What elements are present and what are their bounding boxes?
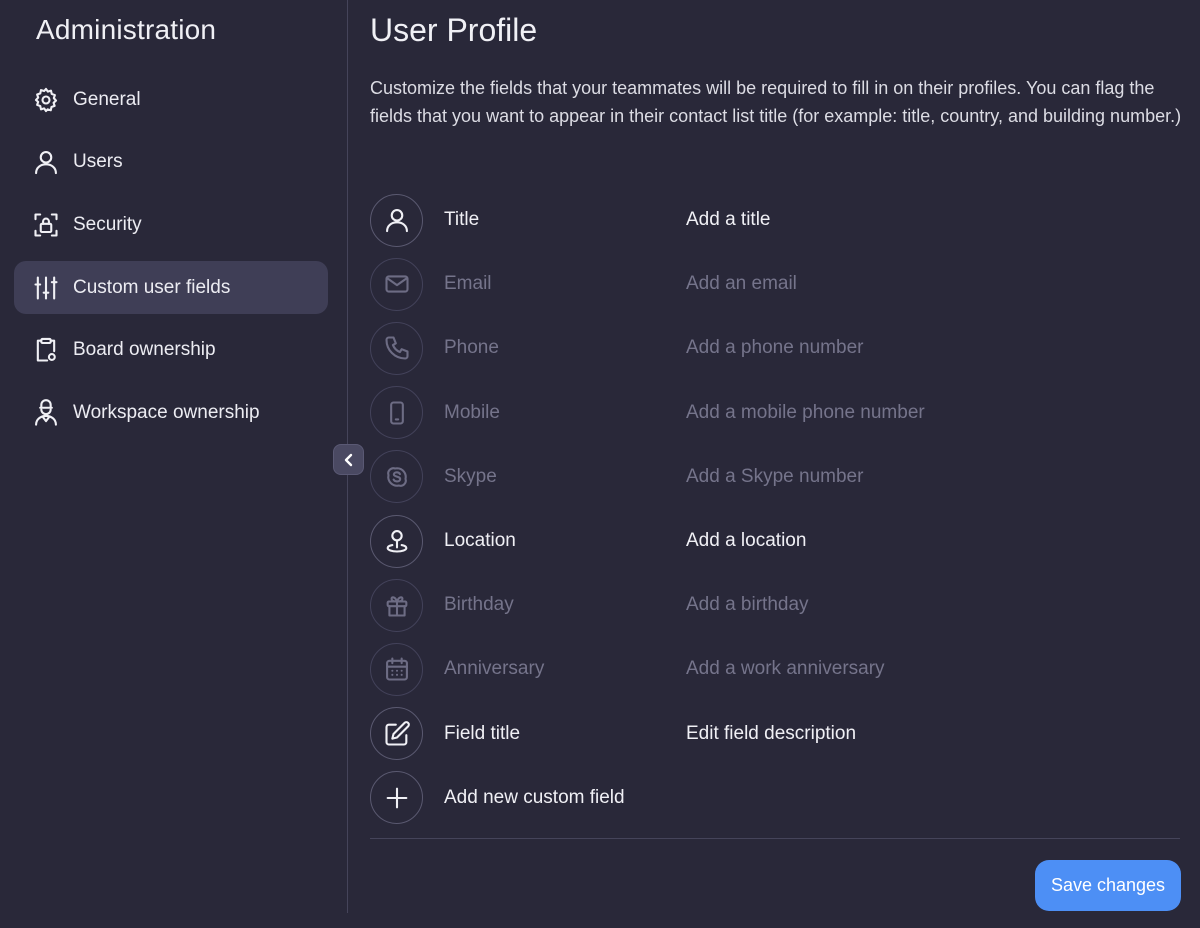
phone-icon bbox=[370, 321, 423, 375]
sidebar: Administration General Users Security Cu… bbox=[0, 0, 348, 913]
lock-icon bbox=[32, 211, 60, 239]
skype-icon bbox=[370, 450, 423, 504]
user-icon bbox=[370, 193, 423, 247]
gift-icon bbox=[370, 578, 423, 632]
page-description: Customize the fields that your teammates… bbox=[370, 78, 1182, 126]
sidebar-item-users[interactable]: Users bbox=[14, 136, 328, 189]
field-description[interactable]: Add a Skype number bbox=[686, 466, 863, 488]
add-custom-field-label: Add new custom field bbox=[444, 786, 625, 808]
sidebar-item-label: Board ownership bbox=[73, 339, 216, 361]
custom-fields-list: Title Add a title Email Add an email Pho… bbox=[370, 188, 1182, 830]
field-description[interactable]: Add a work anniversary bbox=[686, 658, 885, 680]
sidebar-item-security[interactable]: Security bbox=[14, 198, 328, 251]
plus-icon bbox=[370, 771, 423, 825]
field-row-anniversary[interactable]: Anniversary Add a work anniversary bbox=[370, 637, 1182, 701]
sidebar-item-board-ownership[interactable]: Board ownership bbox=[14, 324, 328, 377]
field-description[interactable]: Add an email bbox=[686, 273, 797, 295]
sidebar-item-label: General bbox=[73, 88, 141, 110]
sidebar-item-general[interactable]: General bbox=[14, 73, 328, 126]
add-custom-field-button[interactable]: Add new custom field bbox=[370, 766, 1182, 830]
user-icon bbox=[32, 148, 60, 176]
field-name[interactable]: Phone bbox=[444, 337, 499, 359]
field-description[interactable]: Add a phone number bbox=[686, 337, 863, 359]
chevron-left-icon bbox=[344, 453, 352, 466]
field-description[interactable]: Add a birthday bbox=[686, 594, 809, 616]
location-pin-icon bbox=[370, 514, 423, 568]
calendar-icon bbox=[370, 642, 423, 696]
sidebar-item-label: Custom user fields bbox=[73, 276, 231, 298]
sidebar-item-label: Workspace ownership bbox=[73, 401, 260, 423]
main-content: User Profile Customize the fields that y… bbox=[370, 0, 1182, 928]
save-button[interactable]: Save changes bbox=[1035, 860, 1181, 911]
field-name[interactable]: Skype bbox=[444, 466, 497, 488]
field-title-input[interactable]: Field title bbox=[444, 723, 520, 745]
sliders-icon bbox=[32, 274, 60, 302]
field-name[interactable]: Title bbox=[444, 209, 479, 231]
sidebar-item-workspace-ownership[interactable]: Workspace ownership bbox=[14, 386, 328, 439]
divider bbox=[370, 838, 1180, 839]
field-row-email[interactable]: Email Add an email bbox=[370, 252, 1182, 316]
envelope-icon bbox=[370, 257, 423, 311]
field-name[interactable]: Email bbox=[444, 273, 492, 295]
edit-icon bbox=[370, 707, 423, 761]
field-name[interactable]: Anniversary bbox=[444, 658, 544, 680]
sidebar-item-label: Security bbox=[73, 213, 142, 235]
sidebar-nav: General Users Security Custom user field… bbox=[14, 73, 328, 449]
mobile-icon bbox=[370, 386, 423, 440]
field-row-location[interactable]: Location Add a location bbox=[370, 509, 1182, 573]
clipboard-icon bbox=[32, 336, 60, 364]
admin-app: Administration General Users Security Cu… bbox=[0, 0, 1200, 928]
field-row-mobile[interactable]: Mobile Add a mobile phone number bbox=[370, 381, 1182, 445]
collapse-sidebar-button[interactable] bbox=[333, 444, 364, 475]
field-description[interactable]: Add a title bbox=[686, 209, 771, 231]
field-row-birthday[interactable]: Birthday Add a birthday bbox=[370, 573, 1182, 637]
field-description[interactable]: Add a mobile phone number bbox=[686, 402, 925, 424]
field-name[interactable]: Birthday bbox=[444, 594, 514, 616]
field-name[interactable]: Mobile bbox=[444, 402, 500, 424]
field-name[interactable]: Location bbox=[444, 530, 516, 552]
sidebar-item-custom-user-fields[interactable]: Custom user fields bbox=[14, 261, 328, 315]
field-description[interactable]: Add a location bbox=[686, 530, 806, 552]
sidebar-item-label: Users bbox=[73, 151, 123, 173]
gear-icon bbox=[32, 86, 60, 114]
worker-icon bbox=[32, 399, 60, 427]
page-title: User Profile bbox=[370, 12, 538, 48]
field-row-skype[interactable]: Skype Add a Skype number bbox=[370, 445, 1182, 509]
field-row-phone[interactable]: Phone Add a phone number bbox=[370, 316, 1182, 380]
field-description-input[interactable]: Edit field description bbox=[686, 723, 856, 745]
sidebar-title: Administration bbox=[36, 14, 217, 45]
field-row-title[interactable]: Title Add a title bbox=[370, 188, 1182, 252]
field-row-custom[interactable]: Field title Edit field description bbox=[370, 702, 1182, 766]
